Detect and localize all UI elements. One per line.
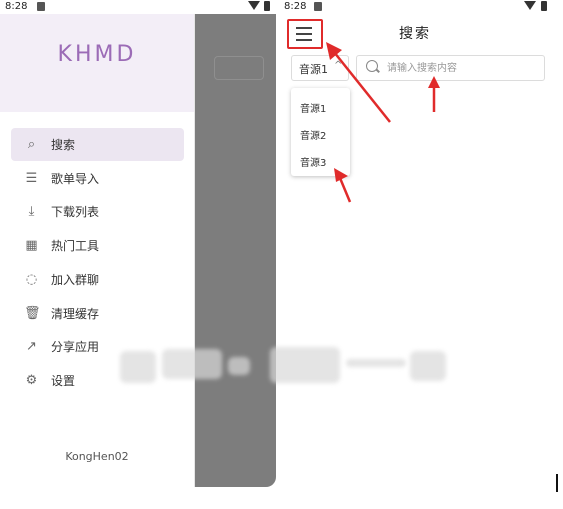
menu-button[interactable] [287,19,323,49]
drawer-item-3[interactable]: ⤓ 下载列表 [11,195,184,228]
wifi-icon [248,1,260,10]
drawer-item-label: 热门工具 [51,239,100,254]
wifi-icon [524,1,536,10]
drawer-item-label: 加入群聊 [51,272,100,287]
status-time: 8:28 [284,1,307,12]
notification-icon [37,2,45,11]
page-title: 搜索 [399,26,431,42]
grid-icon: ▦ [25,238,38,254]
app-title: KHMD [57,42,137,67]
drawer-item-5[interactable]: ◌ 加入群聊 [11,263,184,296]
drawer-footer: KongHen02 [65,450,129,463]
dimmed-search-input [214,56,264,80]
list-icon: ☰ [25,170,38,186]
status-bar: 8:28 [279,0,563,14]
drawer-header: KHMD [0,14,194,112]
drawer-item-label: 设置 [51,373,76,388]
drawer-item-label: 分享应用 [51,340,100,355]
annotation-arrow-dropdown [334,168,352,203]
drawer-item-label: 清理缓存 [51,306,100,321]
drawer-item-label: 搜索 [51,138,76,152]
drawer-item-1[interactable]: ⌕ 搜索 [11,128,184,161]
text-cursor [556,474,558,492]
source-option-3[interactable]: 音源3 [300,154,326,169]
battery-icon [541,1,547,11]
chat-icon: ◌ [25,271,38,287]
battery-icon [264,1,270,11]
share-icon: ↗ [26,339,37,355]
gear-icon: ⚙ [25,372,38,388]
left-phone-screen: 8:28 KHMD KongHen02 ⌕ 搜索 ☰ 歌单导入 ⤓ 下载列表 ▦ 热门工具 ◌ 加… [0,0,276,487]
status-time: 8:28 [5,1,28,12]
trash-icon: 🗑 [24,305,41,321]
drawer-item-6[interactable]: 🗑 清理缓存 [11,297,184,330]
search-icon: ⌕ [27,137,36,152]
status-bar: 8:28 [0,0,276,14]
drawer-item-label: 歌单导入 [51,171,100,186]
hamburger-icon [296,27,312,29]
drawer-item-2[interactable]: ☰ 歌单导入 [11,162,184,195]
annotation-arrow-search [428,76,440,112]
navigation-drawer: KHMD KongHen02 ⌕ 搜索 ☰ 歌单导入 ⤓ 下载列表 ▦ 热门工具 ◌ 加入群聊 🗑 清… [0,14,195,487]
drawer-scrim[interactable] [194,14,276,487]
watermark [120,345,450,387]
search-input[interactable] [385,59,539,77]
annotation-arrow-menu [326,42,391,123]
download-icon: ⤓ [28,204,35,220]
drawer-item-4[interactable]: ▦ 热门工具 [11,229,184,262]
notification-icon [314,2,322,11]
drawer-item-label: 下载列表 [51,205,100,220]
